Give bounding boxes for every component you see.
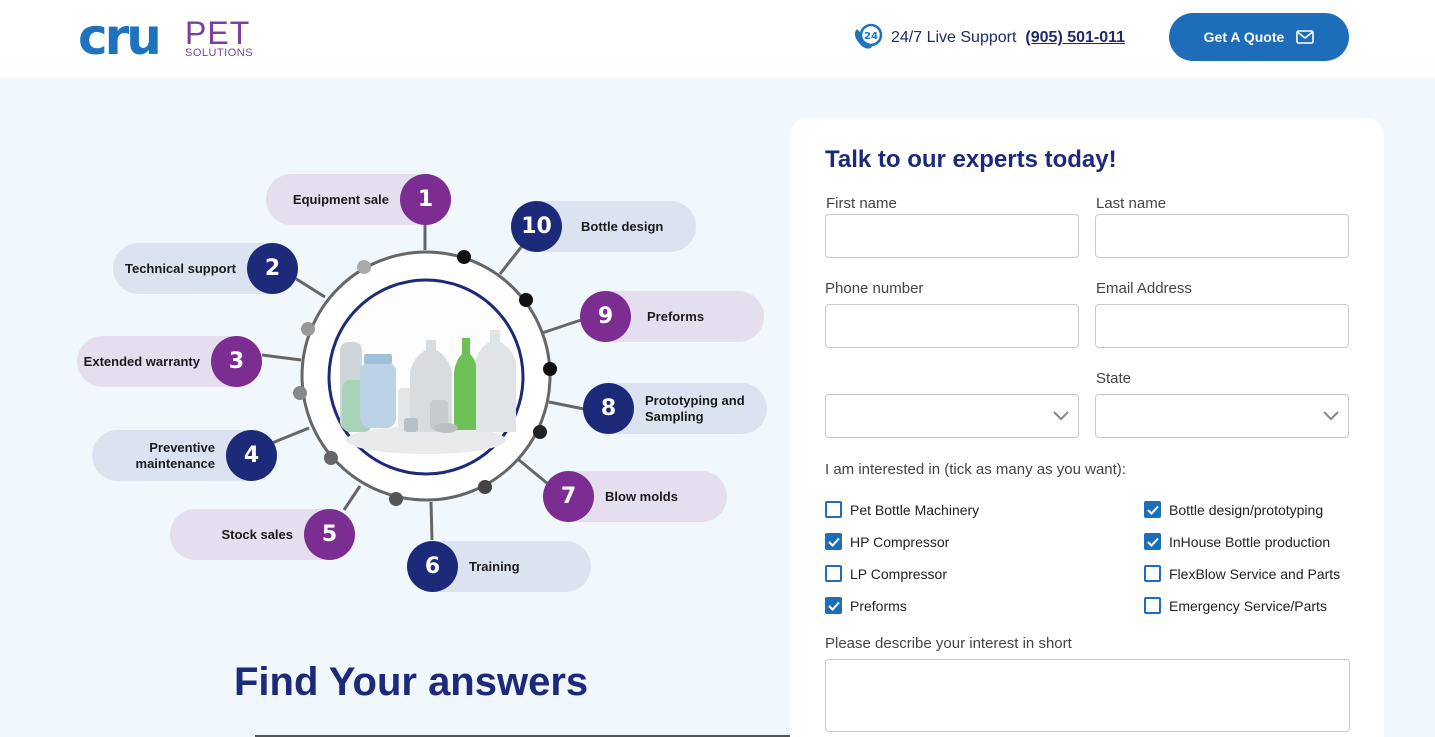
checkbox-label: Emergency Service/Parts: [1169, 597, 1327, 614]
checkbox-inhouse-bottle-production[interactable]: InHouse Bottle production: [1144, 533, 1330, 550]
checkbox-label: InHouse Bottle production: [1169, 533, 1331, 550]
service-label: Preventive maintenance: [135, 439, 215, 471]
chevron-down-icon: [1053, 411, 1069, 421]
checkbox-label: Bottle design/prototyping: [1169, 501, 1324, 518]
ring-node: [293, 386, 307, 400]
service-number: 8: [583, 383, 634, 434]
service-label: Training: [469, 558, 520, 574]
support-label: 24/7 Live Support: [891, 29, 1017, 46]
first-name-input[interactable]: [825, 214, 1079, 258]
service-10-bottle-design[interactable]: 10 Bottle design: [511, 201, 696, 252]
state-label: State: [1096, 370, 1132, 387]
checkbox-bottle-design-prototyping[interactable]: Bottle design/prototyping: [1144, 501, 1323, 518]
support-icon-24: 24: [864, 31, 878, 42]
checkmark-icon: [827, 537, 840, 547]
checkbox-label: FlexBlow Service and Parts: [1169, 565, 1341, 582]
service-number: 10: [511, 201, 562, 252]
checkbox-box[interactable]: [1144, 565, 1161, 582]
checkbox-box[interactable]: [1144, 501, 1161, 518]
ring-node: [478, 480, 492, 494]
checkmark-icon: [827, 601, 840, 611]
form-title: Talk to our experts today!: [825, 146, 1117, 173]
first-name-label: First name: [826, 195, 897, 212]
service-number: 7: [543, 471, 594, 522]
describe-interest-textarea[interactable]: [825, 659, 1350, 732]
service-6-training[interactable]: 6 Training: [407, 541, 591, 592]
last-name-input[interactable]: [1095, 214, 1349, 258]
checkbox-hp-compressor[interactable]: HP Compressor: [825, 533, 949, 550]
service-number: 2: [247, 243, 298, 294]
checkbox-label: HP Compressor: [850, 533, 950, 550]
service-label: Equipment sale: [292, 191, 389, 207]
describe-interest-label: Please describe your interest in short: [825, 635, 1072, 652]
checkbox-box[interactable]: [1144, 533, 1161, 550]
service-2-technical-support[interactable]: Technical support 2: [113, 243, 298, 294]
email-address-input[interactable]: [1095, 304, 1349, 348]
checkbox-box[interactable]: [825, 533, 842, 550]
checkbox-box[interactable]: [825, 501, 842, 518]
get-quote-label: Get A Quote: [1203, 29, 1285, 45]
service-number: 6: [407, 541, 458, 592]
service-5-stock-sales[interactable]: Stock sales 5: [170, 509, 355, 560]
ring-node: [533, 425, 547, 439]
service-number: 3: [211, 336, 262, 387]
find-answers-heading: Find Your answers: [234, 660, 589, 704]
ring-node: [389, 492, 403, 506]
service-8-prototyping-and-sampling[interactable]: 8 Prototyping and Sampling: [583, 383, 767, 434]
phone-24-icon: 24: [854, 23, 883, 49]
ring-node: [519, 293, 533, 307]
service-label: Extended warranty: [83, 353, 200, 369]
checkbox-box[interactable]: [825, 597, 842, 614]
checkbox-box[interactable]: [825, 565, 842, 582]
service-label: Preforms: [647, 308, 705, 324]
checkbox-emergency-service-parts[interactable]: Emergency Service/Parts: [1144, 597, 1327, 614]
service-number: 9: [580, 291, 631, 342]
checkbox-flexblow-service-and-parts[interactable]: FlexBlow Service and Parts: [1144, 565, 1340, 582]
ring-node: [543, 362, 557, 376]
service-9-preforms[interactable]: 9 Preforms: [580, 291, 764, 342]
checkbox-label: Pet Bottle Machinery: [850, 501, 980, 518]
checkbox-lp-compressor[interactable]: LP Compressor: [825, 565, 947, 582]
support-phone-link[interactable]: (905) 501-011: [1025, 29, 1125, 47]
service-7-blow-molds[interactable]: 7 Blow molds: [543, 471, 727, 522]
service-label: Prototyping and Sampling: [645, 392, 745, 424]
country-select[interactable]: [825, 394, 1079, 438]
email-address-label: Email Address: [1096, 280, 1192, 297]
service-3-extended-warranty[interactable]: Extended warranty 3: [77, 336, 262, 387]
state-select[interactable]: [1095, 394, 1349, 438]
service-4-preventive-maintenance[interactable]: Preventive maintenance 4: [92, 430, 277, 481]
service-number: 5: [304, 509, 355, 560]
contact-form-card: Talk to our experts today! First name La…: [790, 118, 1384, 737]
get-quote-button[interactable]: Get A Quote: [1169, 13, 1349, 61]
last-name-label: Last name: [1096, 195, 1167, 212]
service-number: 4: [226, 430, 277, 481]
checkmark-icon: [1146, 537, 1159, 547]
ring-node: [301, 322, 315, 336]
ring-node: [324, 451, 338, 465]
envelope-icon: [1296, 30, 1315, 44]
ring-node: [457, 250, 471, 264]
chevron-down-icon: [1323, 411, 1339, 421]
phone-number-input[interactable]: [825, 304, 1079, 348]
checkbox-label: Preforms: [850, 597, 907, 614]
live-support: 24 24/7 Live Support (905) 501-011: [851, 23, 1125, 53]
service-label: Blow molds: [605, 488, 678, 504]
service-number: 1: [400, 174, 451, 225]
service-1-equipment-sale[interactable]: Equipment sale 1: [266, 174, 451, 225]
checkbox-box[interactable]: [1144, 597, 1161, 614]
checkmark-icon: [1146, 505, 1159, 515]
service-label: Stock sales: [221, 526, 293, 542]
ring-node: [357, 260, 371, 274]
interest-label: I am interested in (tick as many as you …: [825, 461, 1126, 478]
checkbox-pet-bottle-machinery[interactable]: Pet Bottle Machinery: [825, 501, 979, 518]
service-label: Bottle design: [581, 218, 664, 234]
checkbox-preforms[interactable]: Preforms: [825, 597, 907, 614]
service-label: Technical support: [125, 260, 236, 276]
checkbox-label: LP Compressor: [850, 565, 948, 582]
phone-number-label: Phone number: [825, 280, 924, 297]
